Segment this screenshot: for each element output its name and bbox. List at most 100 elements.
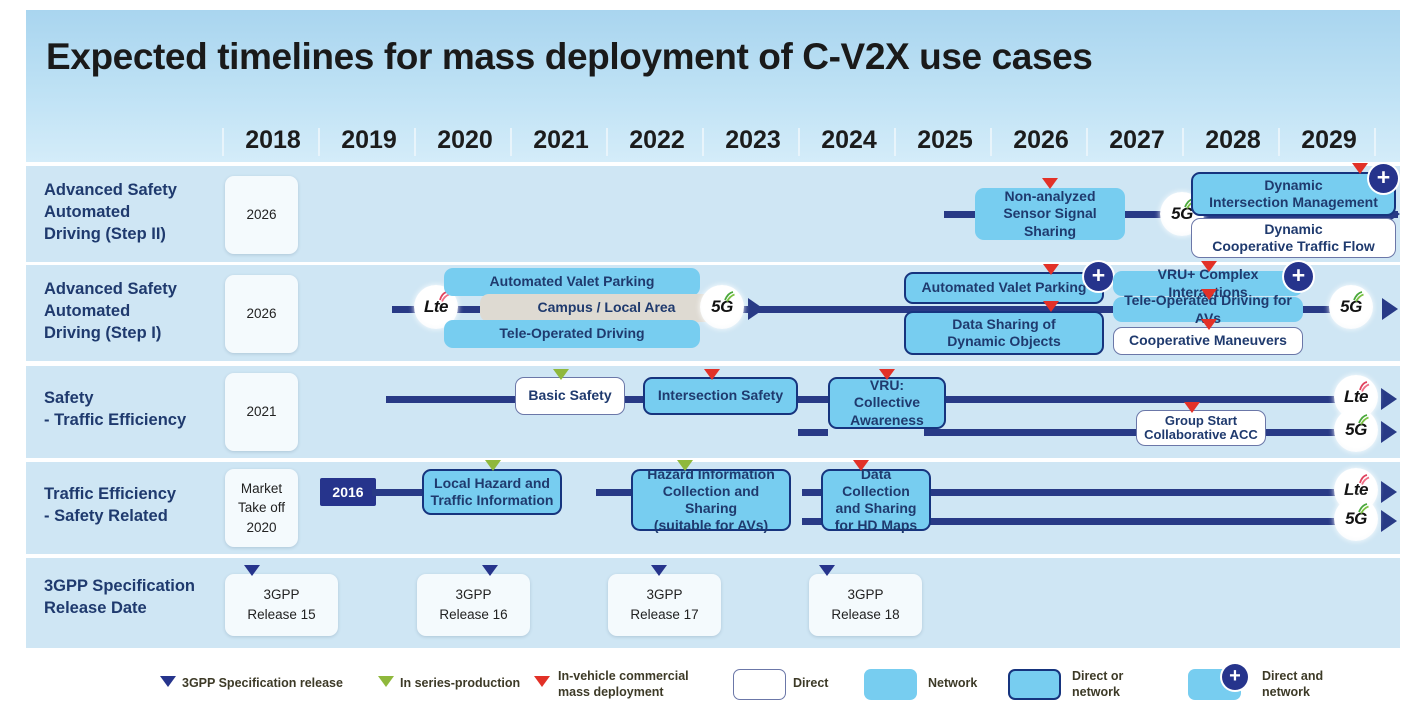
signal-wave-icon [1358,414,1369,425]
timeline-line [798,429,828,436]
row-label-line1: 3GPP Specification [44,577,195,595]
row-label-line1: Advanced Safety [44,181,177,199]
direct-and-network-badge: + [1284,262,1313,291]
year-separator [1086,128,1088,156]
signal-wave-icon [1358,503,1369,514]
marker-3gpp-release-icon [244,565,260,576]
timeline-arrow [1381,481,1397,503]
usecase-box-hazard-information-collection-and-sharing[interactable]: Hazard Information Collection and Sharin… [631,465,791,533]
tech-5g-badge: 5G [1334,408,1378,452]
row-label-line1: Advanced Safety [44,280,177,298]
timeline-line [924,429,1344,436]
year-separator [1374,128,1376,156]
legend-label-line1: Direct and [1262,669,1324,683]
year-2029: 2029 [1301,126,1357,154]
signal-wave-icon [1359,474,1370,485]
row-label: Advanced Safety Automated Driving (Step … [44,279,177,344]
usecase-line1: Dynamic [1264,220,1323,237]
year-2023: 2023 [725,126,781,154]
usecase-line2: Intersection Management [1209,194,1378,210]
usecase-line1: Non-analyzed [1004,188,1096,205]
row-label: 3GPP Specification Release Date [44,576,195,620]
tech-5g-badge: 5G [700,285,744,329]
legend-label-in-vehicle-deployment: In-vehicle commercial mass deployment [558,669,689,700]
year-2024: 2024 [821,126,877,154]
usecase-box-automated-valet-parking-b[interactable]: Automated Valet Parking [904,272,1104,304]
marker-in-vehicle-deployment-icon [1201,261,1217,272]
timeline-line [924,396,1344,403]
timeline-arrow [1382,298,1398,320]
usecase-box-data-collection-and-sharing-for-hd-maps[interactable]: Data Collection and Sharing for HD Maps [821,466,931,534]
release-card-17[interactable]: 3GPP Release 17 [608,574,721,636]
usecase-line1: Data Sharing of [952,315,1056,332]
direct-and-network-badge: + [1369,164,1398,193]
usecase-box-basic-safety[interactable]: Basic Safety [515,377,625,415]
legend-label-line2: network [1072,684,1120,699]
legend-label-direct: Direct [793,676,829,690]
year-2028: 2028 [1205,126,1261,154]
usecase-box-group-start-collaborative-acc[interactable]: Group Start Collaborative ACC [1136,410,1266,446]
usecase-box-dynamic-intersection-management[interactable]: Dynamic Intersection Management [1191,172,1396,216]
row-label-line3: Driving (Step I) [44,323,162,342]
usecase-line2: Cooperative Traffic Flow [1212,238,1375,254]
year-separator [702,128,704,156]
release-card-line1: 3GPP [455,587,492,603]
usecase-box-intersection-safety[interactable]: Intersection Safety [643,377,798,415]
usecase-box-campus-local-area[interactable]: Campus / Local Area [480,294,733,322]
year-2022: 2022 [629,126,685,154]
release-card-line1: 3GPP [847,587,884,603]
row-label: Traffic Efficiency - Safety Related [44,484,176,528]
timeline-arrow [1381,421,1397,443]
row-label-line2: - Traffic Efficiency [44,410,187,429]
row-advanced-safety-step-2: Advanced Safety Automated Driving (Step … [26,163,1400,262]
usecase-box-dynamic-cooperative-traffic-flow[interactable]: Dynamic Cooperative Traffic Flow [1191,218,1396,258]
release-card-line2: Release 18 [831,607,900,622]
usecase-line2: Traffic Information [430,492,554,508]
year-2020: 2020 [437,126,493,154]
year-separator [1182,128,1184,156]
release-card-18[interactable]: 3GPP Release 18 [809,574,922,636]
year-separator [318,128,320,156]
year-separator [990,128,992,156]
legend-label-3gpp-release: 3GPP Specification release [182,676,343,690]
usecase-box-automated-valet-parking-a[interactable]: Automated Valet Parking [444,268,700,296]
legend-label-series-production: In series-production [400,676,521,690]
usecase-box-vru-collective-awareness[interactable]: VRU: Collective Awareness [828,377,946,429]
usecase-box-local-hazard-and-traffic-information[interactable]: Local Hazard and Traffic Information [422,469,562,515]
usecase-box-non-analyzed-sensor-signal-sharing[interactable]: Non-analyzed Sensor Signal Sharing [975,188,1125,240]
marker-in-vehicle-deployment-icon [853,460,869,471]
legend-label-direct-or-network: Direct or network [1072,669,1123,700]
timeline-line [386,396,516,403]
row-label-line2: - Safety Related [44,506,168,525]
row-label: Safety - Traffic Efficiency [44,388,186,432]
release-card-15[interactable]: 3GPP Release 15 [225,574,338,636]
year-separator [1278,128,1280,156]
row-label-line2: Automated [44,301,131,320]
usecase-line3: for HD Maps [834,517,918,534]
timeline-line [906,518,1344,525]
marker-in-vehicle-deployment-icon [1043,301,1059,312]
row-year-card: 2026 [225,275,298,353]
usecase-box-data-sharing-of-dynamic-objects[interactable]: Data Sharing of Dynamic Objects [904,311,1104,355]
row-advanced-safety-step-1: Advanced Safety Automated Driving (Step … [26,261,1400,361]
marker-series-production-icon [677,460,693,471]
usecase-line1: Group Start [1164,413,1238,429]
legend-3gpp-release-icon [160,676,176,687]
legend-label-direct-and-network: Direct and network [1262,669,1323,700]
timeline-line [906,489,1344,496]
legend-label-network: Network [928,676,978,690]
timeline-arrow [1381,388,1397,410]
usecase-line2: Dynamic Objects [947,333,1061,349]
row-year-card: 2026 [225,176,298,254]
marker-in-vehicle-deployment-icon [1043,264,1059,275]
year-card-line3: 2020 [246,519,277,535]
usecase-line1: Hazard Information [647,465,775,482]
usecase-line1: Dynamic [1264,176,1323,193]
usecase-box-cooperative-maneuvers[interactable]: Cooperative Maneuvers [1113,327,1303,355]
usecase-box-tele-operated-driving[interactable]: Tele-Operated Driving [444,320,700,348]
marker-in-vehicle-deployment-icon [1042,178,1058,189]
release-card-16[interactable]: 3GPP Release 16 [417,574,530,636]
year-separator [606,128,608,156]
row-safety-traffic-efficiency: Safety - Traffic Efficiency 2021 Basic S… [26,366,1400,458]
year-2019: 2019 [341,126,397,154]
